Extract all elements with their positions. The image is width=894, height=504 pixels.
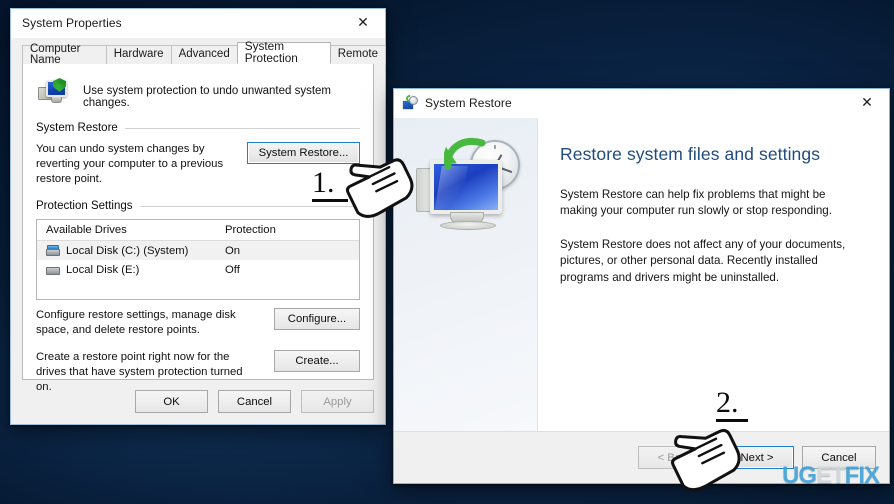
system-restore-description: You can undo system changes by reverting… xyxy=(36,143,224,186)
close-icon[interactable]: ✕ xyxy=(845,89,889,117)
available-drives-list[interactable]: Available Drives Protection Local Disk (… xyxy=(36,219,360,301)
system-restore-titlebar[interactable]: System Restore ✕ xyxy=(394,89,889,118)
system-properties-title: System Properties xyxy=(22,16,122,30)
drive-icon xyxy=(46,264,60,276)
tab-system-protection[interactable]: System Protection xyxy=(236,40,331,64)
watermark-part-1: UG xyxy=(782,462,817,489)
step-2-underline xyxy=(716,419,748,422)
watermark-part-2: ET xyxy=(816,462,846,489)
drive-protection-state: On xyxy=(225,244,241,257)
configure-row: Configure restore settings, manage disk … xyxy=(36,308,360,338)
protection-settings-group: Protection Settings Available Drives Pro… xyxy=(36,200,360,395)
system-restore-title: System Restore xyxy=(425,96,512,110)
configure-button[interactable]: Configure... xyxy=(274,308,360,331)
system-restore-illustration-panel xyxy=(394,118,538,431)
system-restore-icon xyxy=(402,93,418,111)
step-1-text: 1. xyxy=(312,166,335,199)
watermark-part-3: FIX xyxy=(844,462,880,489)
drive-name: Local Disk (C:) (System) xyxy=(66,244,189,257)
protection-settings-group-label: Protection Settings xyxy=(36,200,133,213)
table-row[interactable]: Local Disk (C:) (System) On xyxy=(37,241,359,261)
system-restore-group-header: System Restore xyxy=(36,122,360,134)
system-protection-panel: Use system protection to undo unwanted s… xyxy=(22,63,374,393)
column-protection: Protection xyxy=(225,224,276,237)
table-row[interactable]: Local Disk (E:) Off xyxy=(37,260,359,279)
back-button: < Back xyxy=(638,446,712,469)
column-available-drives: Available Drives xyxy=(46,224,127,237)
drives-list-header: Available Drives Protection xyxy=(37,220,359,242)
green-restore-arrow-icon xyxy=(444,138,486,170)
monitor-clock-restore-icon xyxy=(412,132,528,236)
tab-hardware[interactable]: Hardware xyxy=(105,45,172,64)
system-properties-titlebar[interactable]: System Properties ✕ xyxy=(11,9,385,38)
panel-header: Use system protection to undo unwanted s… xyxy=(38,78,360,109)
watermark-logo: UG ET FIX xyxy=(782,462,880,490)
group-divider xyxy=(139,205,360,207)
system-restore-paragraph-1: System Restore can help fix problems tha… xyxy=(560,188,832,218)
system-properties-window: System Properties ✕ Computer Name Hardwa… xyxy=(10,8,386,425)
step-2-label: 2. xyxy=(716,388,748,422)
drive-name: Local Disk (E:) xyxy=(66,263,140,276)
system-properties-tabstrip: Computer Name Hardware Advanced System P… xyxy=(22,40,386,66)
tab-advanced[interactable]: Advanced xyxy=(170,45,238,64)
step-1-underline xyxy=(312,199,348,202)
panel-header-text: Use system protection to undo unwanted s… xyxy=(83,85,332,109)
system-restore-group-label: System Restore xyxy=(36,122,118,134)
system-restore-body: Restore system files and settings System… xyxy=(394,118,889,431)
system-restore-paragraph-2: System Restore does not affect any of yo… xyxy=(560,237,846,284)
group-divider xyxy=(124,127,360,129)
system-restore-window: System Restore ✕ Restore system files an… xyxy=(393,88,890,484)
page-title: Restore system files and settings xyxy=(560,144,821,164)
create-description: Create a restore point right now for the… xyxy=(36,351,243,394)
cancel-button[interactable]: Cancel xyxy=(218,390,291,413)
ok-button[interactable]: OK xyxy=(135,390,208,413)
configure-description: Configure restore settings, manage disk … xyxy=(36,309,236,337)
system-restore-button[interactable]: System Restore... xyxy=(247,142,360,164)
create-row: Create a restore point right now for the… xyxy=(36,350,360,395)
drive-protection-state: Off xyxy=(225,263,240,276)
step-2-text: 2. xyxy=(716,386,739,419)
create-button[interactable]: Create... xyxy=(274,350,360,373)
monitor-shield-icon xyxy=(38,78,72,108)
system-drive-icon xyxy=(46,245,60,257)
step-1-label: 1. xyxy=(312,168,348,202)
tab-remote[interactable]: Remote xyxy=(329,45,386,64)
system-properties-dialog-buttons: OK Cancel Apply xyxy=(135,390,374,413)
system-restore-content: Restore system files and settings System… xyxy=(538,118,889,431)
tab-computer-name[interactable]: Computer Name xyxy=(22,43,107,66)
apply-button: Apply xyxy=(301,390,374,413)
close-icon[interactable]: ✕ xyxy=(341,9,385,37)
